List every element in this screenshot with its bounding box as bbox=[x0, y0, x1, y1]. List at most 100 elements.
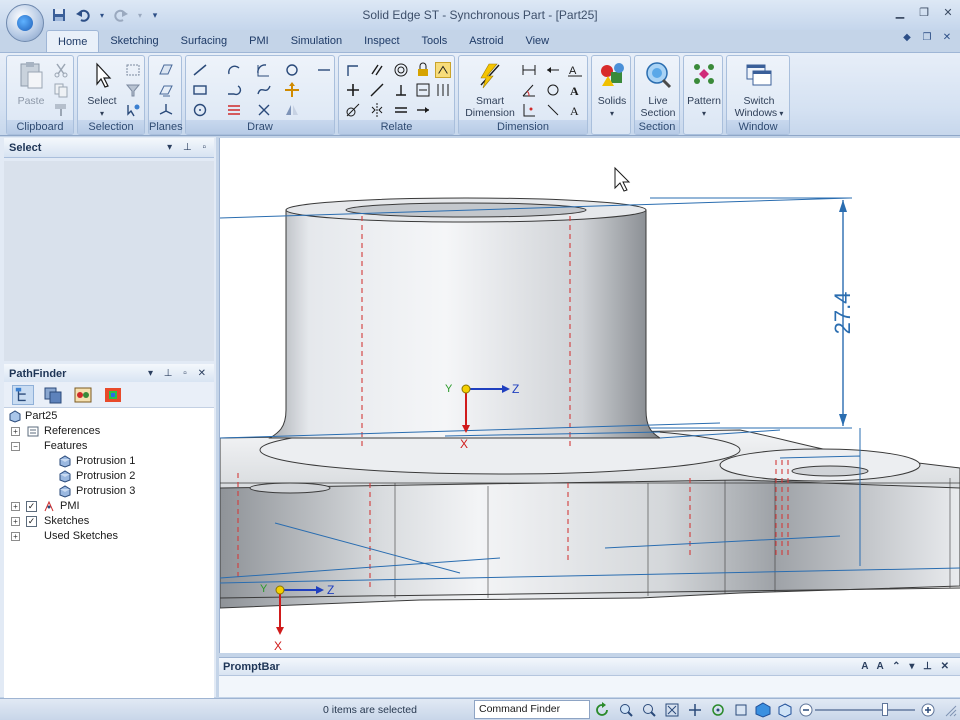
tree-item-used-sketches[interactable]: + Used Sketches bbox=[8, 529, 138, 544]
coordinate-system-icon[interactable] bbox=[158, 102, 174, 118]
line-icon[interactable] bbox=[192, 62, 208, 78]
circle-icon[interactable] bbox=[192, 102, 208, 118]
expand-icon[interactable]: + bbox=[11, 532, 20, 541]
tree-item-pmi[interactable]: + ✓ PMI bbox=[8, 499, 128, 514]
rotate-icon[interactable] bbox=[710, 702, 726, 718]
symmetric-icon[interactable] bbox=[369, 102, 385, 118]
trim-icon[interactable] bbox=[256, 102, 272, 118]
maintain-relationships-icon[interactable] bbox=[415, 102, 431, 118]
pan-icon[interactable] bbox=[687, 702, 703, 718]
close-button[interactable]: ✕ bbox=[940, 6, 956, 20]
minimize-button[interactable]: ▁ bbox=[892, 6, 908, 20]
tree-item-features[interactable]: − Features bbox=[8, 439, 128, 454]
solids-button[interactable]: Solids ▾ bbox=[593, 60, 631, 120]
cut-icon[interactable] bbox=[53, 62, 69, 78]
select-tools-icon[interactable] bbox=[125, 102, 141, 118]
mirror-icon[interactable] bbox=[284, 102, 300, 118]
tree-item-protrusion-2[interactable]: Protrusion 2 bbox=[8, 469, 148, 484]
paste-button[interactable]: Paste bbox=[13, 60, 49, 107]
refresh-icon[interactable] bbox=[594, 702, 610, 718]
connect-icon[interactable] bbox=[345, 62, 361, 78]
zoom-slider-thumb[interactable] bbox=[882, 703, 888, 716]
equal-icon[interactable] bbox=[393, 102, 409, 118]
tab-simulation[interactable]: Simulation bbox=[280, 30, 353, 52]
zoom-slider-track[interactable] bbox=[815, 709, 915, 711]
expand-icon[interactable]: + bbox=[11, 427, 20, 436]
lock-icon[interactable] bbox=[415, 62, 431, 78]
sketch-view-icon[interactable] bbox=[733, 702, 749, 718]
pattern-button[interactable]: Pattern ▾ bbox=[685, 60, 723, 120]
collinear-icon[interactable] bbox=[369, 82, 385, 98]
perpendicular-icon[interactable] bbox=[393, 82, 409, 98]
text-icon[interactable]: A bbox=[567, 82, 583, 98]
rectangle-icon[interactable] bbox=[192, 82, 208, 98]
project-icon[interactable] bbox=[316, 62, 332, 78]
expand-icon[interactable]: + bbox=[11, 517, 20, 526]
doc-close-button[interactable]: ✕ bbox=[940, 32, 954, 46]
dimension-axis-icon[interactable] bbox=[545, 102, 561, 118]
color-view-icon[interactable] bbox=[102, 385, 124, 405]
select-box-icon[interactable] bbox=[125, 62, 141, 78]
promptbar-controls[interactable]: A A ⌃ ▾ ⊥ ✕ bbox=[861, 658, 952, 676]
move-icon[interactable] bbox=[284, 82, 300, 98]
smart-dimension-button[interactable]: Smart Dimension bbox=[461, 60, 519, 119]
doc-restore-button[interactable]: ❐ bbox=[920, 32, 934, 46]
resize-grip-icon[interactable] bbox=[942, 702, 958, 718]
command-finder-input[interactable]: Command Finder bbox=[474, 700, 590, 719]
tab-view[interactable]: View bbox=[514, 30, 560, 52]
arc-icon[interactable] bbox=[226, 62, 242, 78]
switch-windows-button[interactable]: Switch Windows ▾ bbox=[729, 60, 789, 120]
feature-tree-view-icon[interactable] bbox=[12, 385, 34, 405]
tree-item-sketches[interactable]: + ✓ Sketches bbox=[8, 514, 128, 529]
fillet-icon[interactable] bbox=[256, 62, 272, 78]
fit-icon[interactable] bbox=[664, 702, 680, 718]
zoom-out-icon[interactable] bbox=[798, 702, 814, 718]
distance-between-icon[interactable] bbox=[521, 62, 537, 78]
tree-item-references[interactable]: + References bbox=[8, 424, 128, 439]
relationship-handles-icon[interactable] bbox=[435, 62, 451, 78]
select-button[interactable]: Select ▾ bbox=[82, 60, 122, 120]
graphics-window[interactable]: 27.4 Y Z X Y Z X bbox=[219, 138, 960, 653]
tab-sketching[interactable]: Sketching bbox=[99, 30, 169, 52]
copy-icon[interactable] bbox=[53, 82, 69, 98]
pmi-checkbox[interactable]: ✓ bbox=[26, 501, 37, 512]
simplify-view-icon[interactable] bbox=[72, 385, 94, 405]
annotation-icon[interactable]: A bbox=[567, 62, 583, 78]
tree-item-protrusion-1[interactable]: Protrusion 1 bbox=[8, 454, 148, 469]
parallel-icon[interactable] bbox=[369, 62, 385, 78]
tab-tools[interactable]: Tools bbox=[411, 30, 459, 52]
rigid-icon[interactable] bbox=[415, 82, 431, 98]
zoom-area-icon[interactable] bbox=[618, 702, 634, 718]
help-icon[interactable]: ◆ bbox=[900, 32, 914, 46]
extend-icon[interactable] bbox=[284, 62, 300, 78]
coordinate-dimension-icon[interactable] bbox=[521, 102, 537, 118]
angular-coordinate-icon[interactable] bbox=[545, 82, 561, 98]
sketches-checkbox[interactable]: ✓ bbox=[26, 516, 37, 527]
zoom-icon[interactable] bbox=[641, 702, 657, 718]
restore-button[interactable]: ❐ bbox=[916, 6, 932, 20]
concentric-icon[interactable] bbox=[393, 62, 409, 78]
show-relations-icon[interactable] bbox=[435, 82, 451, 98]
tab-surfacing[interactable]: Surfacing bbox=[170, 30, 238, 52]
format-painter-icon[interactable] bbox=[53, 102, 69, 118]
zoom-in-icon[interactable] bbox=[920, 702, 936, 718]
model-view[interactable]: 27.4 Y Z X Y Z X bbox=[220, 138, 960, 653]
application-button[interactable] bbox=[6, 4, 44, 42]
text-profile-icon[interactable]: A bbox=[567, 102, 583, 118]
collapse-icon[interactable]: − bbox=[11, 442, 20, 451]
tangent-icon[interactable] bbox=[345, 102, 361, 118]
live-section-button[interactable]: Live Section bbox=[637, 60, 679, 119]
filter-icon[interactable] bbox=[125, 82, 141, 98]
view-style-icon[interactable] bbox=[777, 702, 793, 718]
plane-icon[interactable] bbox=[158, 62, 174, 78]
angle-between-icon[interactable] bbox=[521, 82, 537, 98]
layers-view-icon[interactable] bbox=[42, 385, 64, 405]
tab-astroid[interactable]: Astroid bbox=[458, 30, 514, 52]
tab-home[interactable]: Home bbox=[46, 30, 100, 52]
expand-icon[interactable]: + bbox=[11, 502, 20, 511]
tree-item-protrusion-3[interactable]: Protrusion 3 bbox=[8, 484, 148, 499]
symmetric-diameter-icon[interactable] bbox=[545, 62, 561, 78]
curve-icon[interactable] bbox=[256, 82, 272, 98]
horizontal-vertical-icon[interactable] bbox=[345, 82, 361, 98]
offset-icon[interactable] bbox=[226, 102, 242, 118]
